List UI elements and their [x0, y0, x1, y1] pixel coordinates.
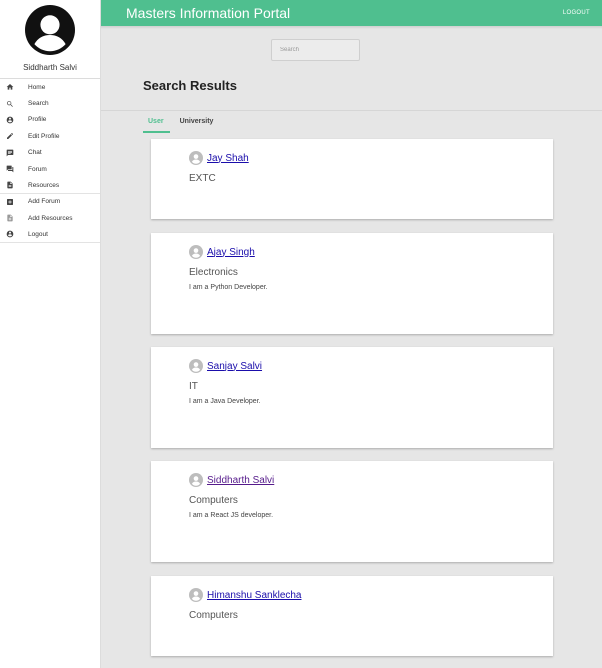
- sidebar-item-label: Profile: [28, 116, 47, 124]
- app-title: Masters Information Portal: [126, 5, 291, 21]
- user-name-link[interactable]: Himanshu Sanklecha: [207, 590, 302, 601]
- divider: [101, 110, 602, 111]
- card-name-row: Sanjay Salvi: [189, 359, 553, 373]
- card-name-row: Siddharth Salvi: [189, 473, 553, 487]
- user-department: Electronics: [189, 267, 238, 278]
- profile-section: Siddharth Salvi: [0, 0, 100, 79]
- sidebar-item-add-resources[interactable]: Add Resources: [0, 210, 100, 226]
- user-avatar-icon: [189, 588, 203, 602]
- result-tabs: User University: [143, 114, 224, 133]
- avatar-icon: [25, 5, 75, 55]
- sidebar-item-label: Logout: [28, 230, 48, 238]
- user-name-link[interactable]: Jay Shah: [207, 153, 249, 164]
- result-card: Sanjay Salvi IT I am a Java Developer.: [151, 347, 553, 448]
- sidebar-item-add-forum[interactable]: Add Forum: [0, 194, 100, 210]
- home-icon: [5, 83, 14, 92]
- user-avatar-icon: [189, 151, 203, 165]
- card-name-row: Jay Shah: [189, 151, 553, 165]
- add-box-icon: [5, 197, 14, 206]
- sidebar-item-home[interactable]: Home: [0, 79, 100, 95]
- sidebar-item-resources[interactable]: Resources: [0, 177, 100, 194]
- sidebar-item-edit-profile[interactable]: Edit Profile: [0, 128, 100, 144]
- sidebar-item-label: Add Forum: [28, 198, 61, 206]
- result-card: Siddharth Salvi Computers I am a React J…: [151, 461, 553, 562]
- profile-name: Siddharth Salvi: [23, 63, 77, 72]
- sidebar-nav: Home Search Profile Edit Profile Chat Fo…: [0, 79, 100, 243]
- header-shadow: [101, 26, 602, 29]
- user-name-link[interactable]: Siddharth Salvi: [207, 475, 274, 486]
- search-icon: [5, 99, 14, 108]
- note-add-icon: [5, 214, 14, 223]
- card-name-row: Ajay Singh: [189, 245, 553, 259]
- user-name-link[interactable]: Ajay Singh: [207, 247, 255, 258]
- sidebar-item-profile[interactable]: Profile: [0, 112, 100, 128]
- user-bio: I am a Python Developer.: [189, 284, 268, 291]
- user-bio: I am a React JS developer.: [189, 512, 274, 519]
- sidebar-item-chat[interactable]: Chat: [0, 145, 100, 161]
- tab-user[interactable]: User: [143, 114, 170, 133]
- sidebar-item-label: Search: [28, 100, 49, 108]
- result-card: Ajay Singh Electronics I am a Python Dev…: [151, 233, 553, 334]
- user-avatar-icon: [189, 359, 203, 373]
- user-bio: I am a Java Developer.: [189, 398, 261, 405]
- user-department: Computers: [189, 610, 238, 621]
- sidebar-item-label: Resources: [28, 181, 60, 189]
- sidebar-item-label: Chat: [28, 149, 42, 157]
- sidebar: Siddharth Salvi Home Search Profile Edit…: [0, 0, 101, 668]
- logout-icon: [5, 230, 14, 239]
- app-header: Masters Information Portal LOGOUT: [101, 0, 602, 26]
- sidebar-item-logout[interactable]: Logout: [0, 227, 100, 243]
- tab-university[interactable]: University: [175, 114, 220, 133]
- sidebar-item-search[interactable]: Search: [0, 95, 100, 111]
- result-card: Himanshu Sanklecha Computers: [151, 576, 553, 656]
- forum-icon: [5, 165, 14, 174]
- user-name-link[interactable]: Sanjay Salvi: [207, 361, 262, 372]
- sidebar-item-label: Forum: [28, 165, 47, 173]
- pencil-icon: [5, 132, 14, 141]
- document-icon: [5, 181, 14, 190]
- result-card: Jay Shah EXTC: [151, 139, 553, 219]
- user-department: IT: [189, 381, 198, 392]
- header-logout-button[interactable]: LOGOUT: [563, 10, 590, 16]
- sidebar-item-label: Edit Profile: [28, 132, 60, 140]
- user-avatar-icon: [189, 473, 203, 487]
- sidebar-item-label: Home: [28, 83, 46, 91]
- page-title: Search Results: [143, 78, 237, 93]
- sidebar-item-label: Add Resources: [28, 214, 73, 222]
- user-avatar-icon: [189, 245, 203, 259]
- chat-icon: [5, 148, 14, 157]
- search-input[interactable]: [271, 39, 360, 61]
- user-department: Computers: [189, 495, 238, 506]
- account-circle-icon: [5, 115, 14, 124]
- user-department: EXTC: [189, 173, 216, 184]
- sidebar-item-forum[interactable]: Forum: [0, 161, 100, 177]
- card-name-row: Himanshu Sanklecha: [189, 588, 553, 602]
